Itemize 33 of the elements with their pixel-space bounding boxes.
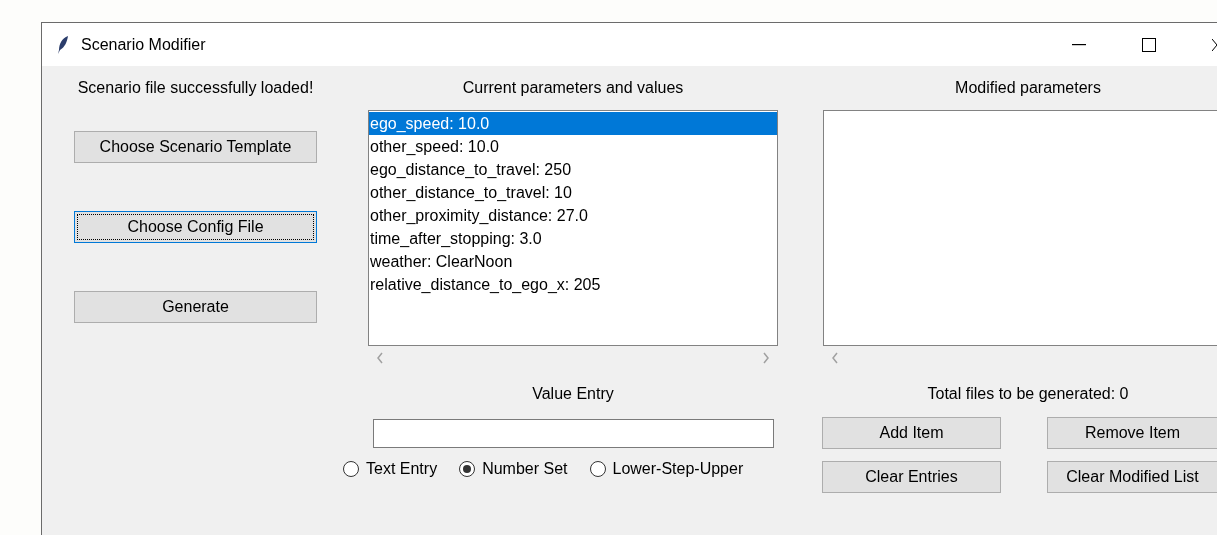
radio-option[interactable]: Text Entry xyxy=(343,460,438,478)
field-label: Value Entry xyxy=(532,384,614,404)
list-item[interactable]: time_after_stopping: 3.0 xyxy=(369,227,777,250)
list-item[interactable]: relative_distance_to_ego_x: 205 xyxy=(369,273,777,296)
parameter-list[interactable]: ego_speed: 10.0 other_speed: 10.0 ego_distance_to_travel: 250 other_distance_to_travel: 10 other_proximity_distance: 27.0 time_after_stopping: 3.0 weather: ClearNoon relative_distance_to_ego_x: 205 xyxy=(368,110,778,346)
action-button[interactable]: Remove Item xyxy=(1047,417,1217,449)
action-button[interactable]: Choose Config File xyxy=(74,211,317,243)
action-button[interactable]: Generate xyxy=(74,291,317,323)
window-title: Scenario Modifier xyxy=(81,35,206,54)
minimize-icon[interactable] xyxy=(1072,43,1086,46)
radio-icon[interactable] xyxy=(589,461,606,477)
action-button[interactable]: Add Item xyxy=(822,417,1001,449)
radio-icon[interactable] xyxy=(343,461,359,477)
list-item[interactable]: other_proximity_distance: 27.0 xyxy=(369,204,777,227)
close-icon[interactable] xyxy=(1212,38,1217,51)
feather-icon xyxy=(57,34,69,55)
list-item[interactable]: ego_distance_to_travel: 250 xyxy=(369,158,777,181)
list-item[interactable]: other_speed: 10.0 xyxy=(369,135,777,158)
list-item[interactable]: other_distance_to_travel: 10 xyxy=(369,181,777,204)
total-files-label: Total files to be generated: 0 xyxy=(927,384,1129,404)
radio-option[interactable]: Number Set xyxy=(459,460,568,478)
list-heading: Current parameters and values xyxy=(462,78,684,98)
value-input-field[interactable] xyxy=(372,419,774,448)
list-item[interactable]: ego_speed: 10.0 xyxy=(369,112,777,135)
radio-icon[interactable] xyxy=(459,461,476,477)
action-button[interactable]: Clear Entries xyxy=(822,461,1001,493)
status-message: Scenario file successfully loaded! xyxy=(77,78,314,98)
maximize-icon[interactable] xyxy=(1142,37,1156,52)
list-heading: Modified parameters xyxy=(955,78,1101,98)
action-button[interactable]: Choose Scenario Template xyxy=(74,131,317,163)
list-item[interactable]: weather: ClearNoon xyxy=(369,250,777,273)
action-button[interactable]: Clear Modified List xyxy=(1047,461,1217,493)
radio-option[interactable]: Lower-Step-Upper xyxy=(589,460,744,478)
